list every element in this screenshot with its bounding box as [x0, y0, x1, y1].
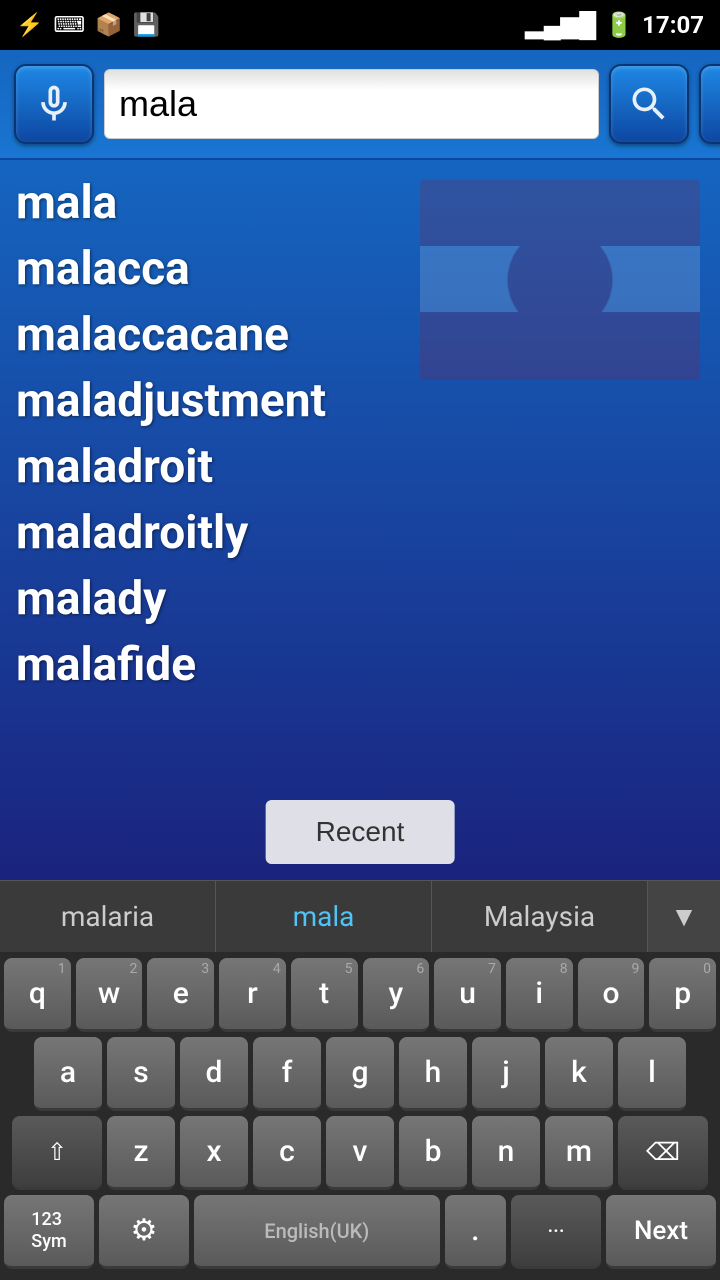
key-j[interactable]: j [472, 1037, 540, 1111]
sd-icon: 💾 [133, 13, 160, 38]
key-g[interactable]: g [326, 1037, 394, 1111]
keyboard-row-1: q1 w2 e3 r4 t5 y6 u7 i8 o9 p0 [4, 958, 716, 1032]
key-z[interactable]: z [107, 1116, 175, 1190]
search-area [0, 50, 720, 160]
word-list-area: mala malacca malaccacane maladjustment m… [0, 160, 720, 880]
autocomplete-malaria[interactable]: malaria [0, 881, 216, 952]
keyboard-row-2: a s d f g h j k l [4, 1037, 716, 1111]
favorites-button[interactable] [699, 64, 720, 144]
key-e[interactable]: e3 [147, 958, 214, 1032]
key-r[interactable]: r4 [219, 958, 286, 1032]
key-a[interactable]: a [34, 1037, 102, 1111]
list-item[interactable]: mala [16, 170, 704, 236]
key-o[interactable]: o9 [578, 958, 645, 1032]
key-p[interactable]: p0 [649, 958, 716, 1032]
search-icon [627, 82, 671, 126]
key-v[interactable]: v [326, 1116, 394, 1190]
autocomplete-bar: malaria mala Malaysia ▼ [0, 880, 720, 952]
list-item[interactable]: malaccacane [16, 302, 704, 368]
keyboard-row-3: ⇧ z x c v b n m ⌫ [4, 1116, 716, 1190]
shift-key[interactable]: ⇧ [12, 1116, 102, 1190]
microphone-button[interactable] [14, 64, 94, 144]
autocomplete-dropdown-button[interactable]: ▼ [648, 881, 720, 952]
key-l[interactable]: l [618, 1037, 686, 1111]
time-display: 17:07 [642, 11, 704, 39]
list-item[interactable]: maladroitly [16, 500, 704, 566]
status-bar: ⚡ ⌨ 📦 💾 ▂▄▆█ 🔋 17:07 [0, 0, 720, 50]
recent-button[interactable]: Recent [266, 800, 455, 864]
search-button[interactable] [609, 64, 689, 144]
status-right: ▂▄▆█ 🔋 17:07 [525, 11, 704, 40]
space-key[interactable]: English(UK) [194, 1195, 440, 1269]
keyboard-icon: ⌨ [53, 13, 85, 38]
key-n[interactable]: n [472, 1116, 540, 1190]
search-input[interactable] [104, 69, 599, 139]
status-left: ⚡ ⌨ 📦 💾 [16, 13, 160, 38]
key-t[interactable]: t5 [291, 958, 358, 1032]
key-h[interactable]: h [399, 1037, 467, 1111]
key-i[interactable]: i8 [506, 958, 573, 1032]
dropbox-icon: 📦 [95, 13, 122, 38]
more-key[interactable]: ··· [511, 1195, 601, 1269]
list-item[interactable]: maladroit [16, 434, 704, 500]
list-item[interactable]: maladjustment [16, 368, 704, 434]
key-f[interactable]: f [253, 1037, 321, 1111]
microphone-icon [32, 82, 76, 126]
key-q[interactable]: q1 [4, 958, 71, 1032]
autocomplete-mala[interactable]: mala [216, 881, 432, 952]
key-y[interactable]: y6 [363, 958, 430, 1032]
signal-icon: ▂▄▆█ [525, 11, 596, 40]
backspace-key[interactable]: ⌫ [618, 1116, 708, 1190]
autocomplete-malaysia[interactable]: Malaysia [432, 881, 648, 952]
key-k[interactable]: k [545, 1037, 613, 1111]
key-c[interactable]: c [253, 1116, 321, 1190]
key-x[interactable]: x [180, 1116, 248, 1190]
key-s[interactable]: s [107, 1037, 175, 1111]
key-b[interactable]: b [399, 1116, 467, 1190]
key-u[interactable]: u7 [434, 958, 501, 1032]
keyboard: q1 w2 e3 r4 t5 y6 u7 i8 o9 p0 a s d f g … [0, 952, 720, 1280]
key-d[interactable]: d [180, 1037, 248, 1111]
battery-icon: 🔋 [604, 11, 634, 39]
key-w[interactable]: w2 [76, 958, 143, 1032]
list-item[interactable]: malady [16, 566, 704, 632]
next-key[interactable]: Next [606, 1195, 716, 1269]
list-item[interactable]: malafide [16, 632, 704, 698]
keyboard-row-4: 123Sym ⚙ English(UK) . ··· Next [4, 1195, 716, 1269]
sym-key[interactable]: 123Sym [4, 1195, 94, 1269]
usb-icon: ⚡ [16, 13, 43, 38]
list-item[interactable]: malacca [16, 236, 704, 302]
settings-key[interactable]: ⚙ [99, 1195, 189, 1269]
period-key[interactable]: . [445, 1195, 506, 1269]
key-m[interactable]: m [545, 1116, 613, 1190]
